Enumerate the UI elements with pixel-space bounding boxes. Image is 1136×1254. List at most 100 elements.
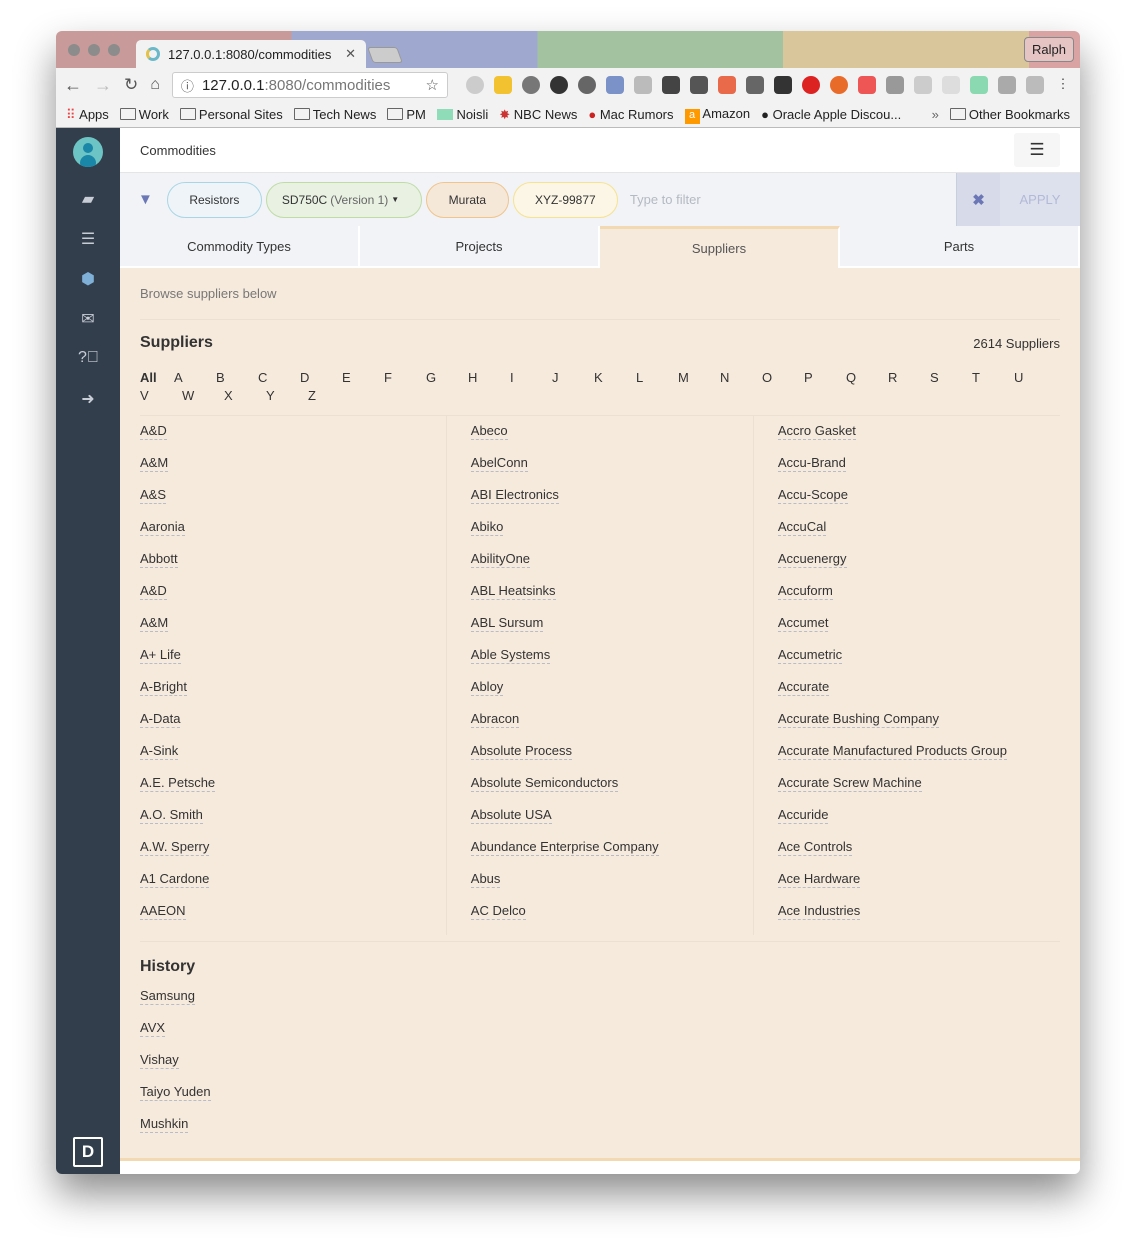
supplier-link[interactable]: Ace Industries xyxy=(777,903,1060,935)
letter-filter[interactable]: T xyxy=(972,370,1014,385)
home-icon[interactable]: ⌂ xyxy=(150,76,160,94)
letter-filter[interactable]: E xyxy=(342,370,384,385)
supplier-link[interactable]: A-Data xyxy=(140,711,446,743)
extension-icon[interactable] xyxy=(718,76,736,94)
tab-suppliers[interactable]: Suppliers xyxy=(600,226,840,268)
bookmark-noisli[interactable]: Noisli xyxy=(436,107,488,122)
history-link[interactable]: Taiyo Yuden xyxy=(140,1084,1060,1116)
extension-icon[interactable] xyxy=(942,76,960,94)
list-icon[interactable]: ☰ xyxy=(78,229,98,248)
extension-icon[interactable] xyxy=(970,76,988,94)
supplier-link[interactable]: A.W. Sperry xyxy=(140,839,446,871)
letter-filter[interactable]: Z xyxy=(308,388,350,403)
supplier-link[interactable]: Abbott xyxy=(140,551,446,583)
extension-icon[interactable] xyxy=(886,76,904,94)
supplier-link[interactable]: A&M xyxy=(140,615,446,647)
supplier-link[interactable]: Accurate Manufactured Products Group xyxy=(777,743,1060,775)
bookmark-nbc[interactable]: ✸ NBC News xyxy=(499,107,577,123)
letter-filter[interactable]: X xyxy=(224,388,266,403)
supplier-link[interactable]: A&S xyxy=(140,487,446,519)
supplier-link[interactable]: A1 Cardone xyxy=(140,871,446,903)
bookmark-macrumors[interactable]: ● Mac Rumors xyxy=(588,107,673,122)
history-link[interactable]: Vishay xyxy=(140,1052,1060,1084)
book-icon[interactable]: ▰ xyxy=(78,189,98,208)
letter-filter[interactable]: F xyxy=(384,370,426,385)
extension-icon[interactable] xyxy=(578,76,596,94)
letter-filter[interactable]: L xyxy=(636,370,678,385)
bookmark-other[interactable]: Other Bookmarks xyxy=(950,107,1070,122)
letter-filter[interactable]: A xyxy=(174,370,216,385)
letter-filter[interactable]: S xyxy=(930,370,972,385)
supplier-link[interactable]: Abiko xyxy=(470,519,753,551)
supplier-link[interactable]: Accu-Brand xyxy=(777,455,1060,487)
pocket-icon[interactable] xyxy=(690,76,708,94)
extension-icon[interactable] xyxy=(494,76,512,94)
letter-filter[interactable]: H xyxy=(468,370,510,385)
new-tab-button[interactable] xyxy=(367,47,403,63)
hamburger-menu-button[interactable]: ☰ xyxy=(1014,133,1060,167)
extension-icon[interactable] xyxy=(606,76,624,94)
supplier-link[interactable]: AbilityOne xyxy=(470,551,753,583)
history-link[interactable]: AVX xyxy=(140,1020,1060,1052)
bookmark-folder[interactable]: PM xyxy=(387,107,426,122)
extension-icon[interactable] xyxy=(634,76,652,94)
supplier-link[interactable]: AccuCal xyxy=(777,519,1060,551)
supplier-link[interactable]: A+ Life xyxy=(140,647,446,679)
extension-icon[interactable] xyxy=(466,76,484,94)
letter-filter[interactable]: V xyxy=(140,388,182,403)
bookmark-amazon[interactable]: a Amazon xyxy=(684,106,750,124)
adblock-icon[interactable] xyxy=(802,76,820,94)
filter-chip-commodity[interactable]: Resistors xyxy=(166,181,262,218)
supplier-link[interactable]: Accumetric xyxy=(777,647,1060,679)
letter-filter[interactable]: B xyxy=(216,370,258,385)
bookmark-folder[interactable]: Tech News xyxy=(294,107,377,122)
supplier-link[interactable]: Accurate xyxy=(777,679,1060,711)
window-controls[interactable] xyxy=(68,44,120,56)
filter-chip-project[interactable]: SD750C (Version 1) ▼ xyxy=(265,181,422,218)
mail-icon[interactable] xyxy=(858,76,876,94)
letter-filter[interactable]: P xyxy=(804,370,846,385)
letter-filter[interactable]: W xyxy=(182,388,224,403)
supplier-link[interactable]: Aaronia xyxy=(140,519,446,551)
drive-icon[interactable] xyxy=(914,76,932,94)
supplier-link[interactable]: Accurate Bushing Company xyxy=(777,711,1060,743)
letter-filter[interactable]: K xyxy=(594,370,636,385)
back-icon[interactable]: ← xyxy=(64,75,82,96)
apply-button[interactable]: APPLY xyxy=(1000,173,1080,226)
supplier-link[interactable]: Abeco xyxy=(470,423,753,455)
supplier-link[interactable]: Ace Controls xyxy=(777,839,1060,871)
tab-commodity-types[interactable]: Commodity Types xyxy=(120,226,360,268)
tab-parts[interactable]: Parts xyxy=(840,226,1080,268)
filter-input[interactable] xyxy=(629,192,780,207)
supplier-link[interactable]: Absolute USA xyxy=(470,807,753,839)
close-tab-icon[interactable]: ✕ xyxy=(345,46,356,62)
history-link[interactable]: Samsung xyxy=(140,988,1060,1020)
browser-tab[interactable]: 127.0.0.1:8080/commodities ✕ xyxy=(136,40,366,68)
supplier-link[interactable]: Abundance Enterprise Company xyxy=(470,839,753,871)
supplier-link[interactable]: Ace Hardware xyxy=(777,871,1060,903)
extension-icon[interactable] xyxy=(746,76,764,94)
supplier-link[interactable]: A-Sink xyxy=(140,743,446,775)
letter-filter[interactable]: G xyxy=(426,370,468,385)
supplier-link[interactable]: Able Systems xyxy=(470,647,753,679)
letter-filter[interactable]: Q xyxy=(846,370,888,385)
supplier-link[interactable]: A&D xyxy=(140,583,446,615)
letter-filter[interactable]: M xyxy=(678,370,720,385)
filter-chip-part[interactable]: XYZ-99877 xyxy=(512,181,618,218)
bookmark-apps[interactable]: ⠿ Apps xyxy=(66,107,109,123)
extension-icon[interactable] xyxy=(1026,76,1044,94)
supplier-link[interactable]: Abloy xyxy=(470,679,753,711)
letter-filter[interactable]: C xyxy=(258,370,300,385)
letter-filter[interactable]: I xyxy=(510,370,552,385)
supplier-link[interactable]: AC Delco xyxy=(470,903,753,935)
more-bookmarks-icon[interactable]: » xyxy=(932,107,939,122)
supplier-link[interactable]: A-Bright xyxy=(140,679,446,711)
profile-button[interactable]: Ralph xyxy=(1024,37,1074,62)
supplier-link[interactable]: Absolute Process xyxy=(470,743,753,775)
supplier-link[interactable]: A&M xyxy=(140,455,446,487)
supplier-link[interactable]: Accurate Screw Machine xyxy=(777,775,1060,807)
supplier-link[interactable]: ABI Electronics xyxy=(470,487,753,519)
supplier-link[interactable]: Accumet xyxy=(777,615,1060,647)
filter-chip-supplier[interactable]: Murata xyxy=(425,181,509,218)
history-link[interactable]: Mushkin xyxy=(140,1116,1060,1148)
